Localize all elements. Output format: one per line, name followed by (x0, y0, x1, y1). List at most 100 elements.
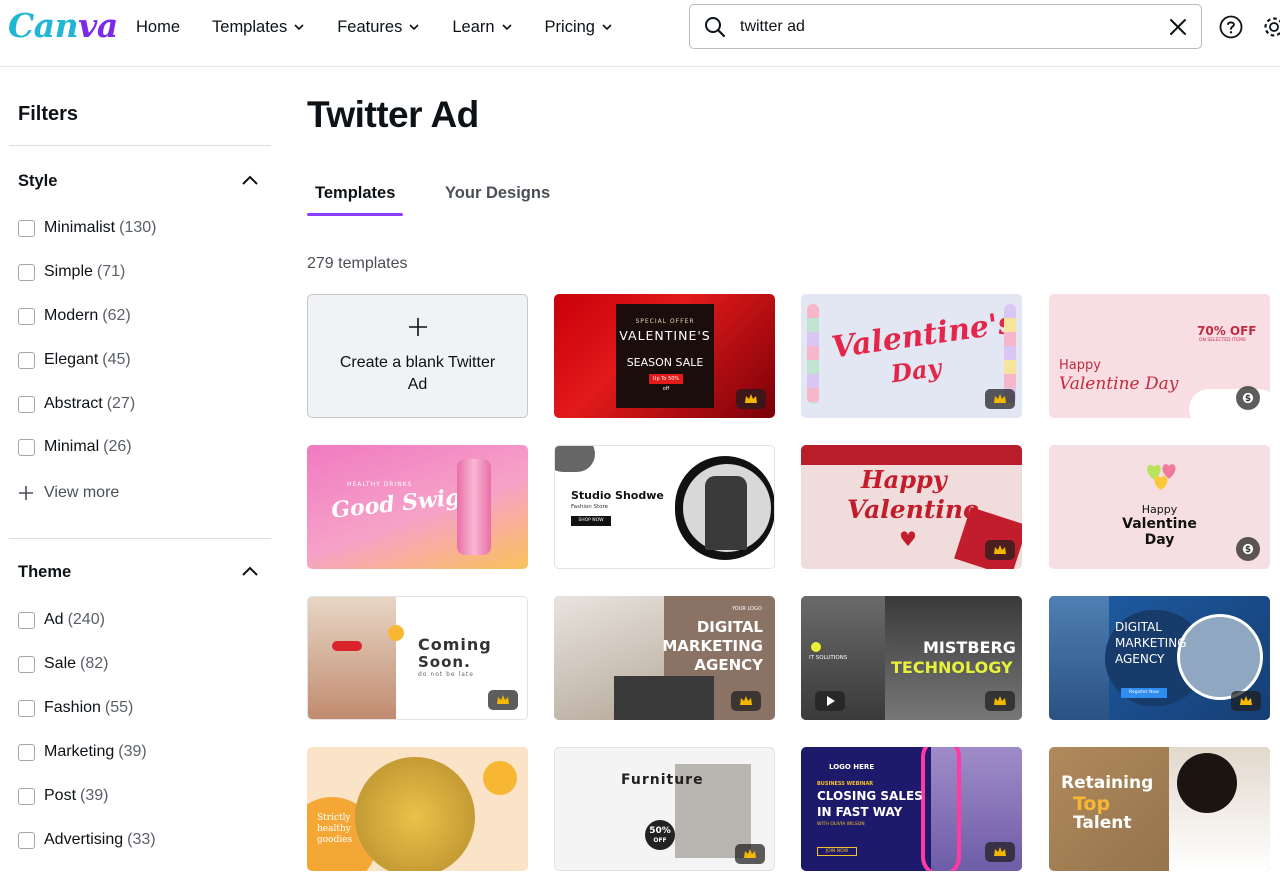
card-text: Happy (1059, 358, 1101, 373)
template-card[interactable]: YOUR LOGO DIGITAL MARKETING AGENCY (554, 596, 775, 720)
create-blank-card[interactable]: Create a blank Twitter Ad (307, 294, 528, 418)
template-card[interactable]: Coming Soon. do not be late (307, 596, 528, 720)
card-text: Strictly (317, 813, 351, 823)
checkbox[interactable] (18, 787, 35, 805)
checkbox[interactable] (18, 395, 35, 413)
main-nav: Home Templates Features Learn Pricing (136, 0, 645, 54)
card-text: Furniture (621, 772, 704, 788)
filter-theme-ad[interactable]: Ad (240) (18, 611, 105, 629)
checkbox[interactable] (18, 263, 35, 281)
gear-icon[interactable] (1262, 15, 1280, 39)
card-text: ON SELECTED ITEMS (1199, 338, 1246, 343)
filter-label: Ad (44, 611, 64, 628)
card-text: DIGITAL (1115, 620, 1162, 634)
filter-count: (62) (102, 307, 131, 324)
filter-style-simple[interactable]: Simple (71) (18, 263, 125, 281)
chevron-down-icon (409, 24, 419, 31)
template-card[interactable]: HEALTHY DRINKS Good Swig (307, 445, 528, 569)
card-text: SPECIAL OFFER (635, 318, 695, 325)
card-text: JOIN NOW (817, 847, 857, 856)
premium-badge (985, 691, 1015, 711)
dollar-icon: $ (1242, 392, 1254, 404)
filter-theme-post[interactable]: Post (39) (18, 787, 108, 805)
checkbox[interactable] (18, 307, 35, 325)
filter-style-modern[interactable]: Modern (62) (18, 307, 131, 325)
style-section-title[interactable]: Style (18, 172, 57, 191)
nav-home[interactable]: Home (136, 18, 180, 37)
nav-features[interactable]: Features (337, 18, 420, 37)
filter-theme-advertising[interactable]: Advertising (33) (18, 831, 156, 849)
shape (801, 445, 1022, 465)
filter-style-minimal[interactable]: Minimal (26) (18, 438, 132, 456)
city-photo (614, 676, 714, 720)
template-card[interactable]: Valentine's Day (801, 294, 1022, 418)
theme-section-title[interactable]: Theme (18, 563, 71, 582)
card-text: Valentine (1122, 516, 1197, 532)
view-more-button[interactable]: View more (18, 484, 119, 502)
card-text: AGENCY (694, 656, 763, 674)
template-card[interactable]: SPECIAL OFFER VALENTINE'S SEASON SALE Up… (554, 294, 775, 418)
filter-style-abstract[interactable]: Abstract (27) (18, 395, 135, 413)
filter-label: Abstract (44, 395, 103, 412)
chevron-up-icon[interactable] (240, 171, 260, 191)
template-card[interactable]: Studio Shodwe Fashion Store SHOP NOW (554, 445, 775, 569)
tab-your-designs[interactable]: Your Designs (445, 184, 550, 203)
template-card[interactable]: Happy Valentine ♥ (801, 445, 1022, 569)
dollar-icon: $ (1242, 543, 1254, 555)
card-text: IT SOLUTIONS (809, 655, 848, 661)
building-photo (1049, 596, 1109, 720)
filter-count: (240) (67, 611, 105, 628)
template-card[interactable]: Strictly healthy goodies (307, 747, 528, 871)
filter-style-minimalist[interactable]: Minimalist (130) (18, 219, 156, 237)
filter-theme-marketing[interactable]: Marketing (39) (18, 743, 147, 761)
card-text: BUSINESS WEBINAR (817, 781, 874, 787)
template-card[interactable]: IT SOLUTIONS MISTBERG TECHNOLOGY (801, 596, 1022, 720)
template-card[interactable]: Furniture 50% OFF (554, 747, 775, 871)
filter-count: (27) (106, 395, 136, 412)
shape (483, 761, 517, 795)
card-text: goodies (317, 835, 353, 845)
checkbox[interactable] (18, 743, 35, 761)
template-card[interactable]: Retaining Top Talent (1049, 747, 1270, 871)
checkbox[interactable] (18, 438, 35, 456)
premium-badge (985, 842, 1015, 862)
filter-label: Elegant (44, 351, 99, 368)
nav-pricing-label: Pricing (544, 17, 595, 36)
nav-templates[interactable]: Templates (212, 18, 305, 37)
template-card[interactable]: Happy Valentine Day $ (1049, 445, 1270, 569)
tab-templates[interactable]: Templates (315, 184, 395, 203)
help-icon[interactable] (1219, 15, 1243, 39)
filter-count: (45) (102, 351, 131, 368)
card-text: Day (889, 352, 944, 389)
template-card[interactable]: DIGITAL MARKETING AGENCY Register Now (1049, 596, 1270, 720)
checkbox[interactable] (18, 655, 35, 673)
premium-badge (736, 389, 766, 409)
filter-label: Post (44, 787, 77, 804)
filter-count: (33) (127, 831, 156, 848)
checkbox[interactable] (18, 351, 35, 369)
search-icon[interactable] (704, 16, 726, 38)
template-card[interactable]: 70% OFF ON SELECTED ITEMS Happy Valentin… (1049, 294, 1270, 418)
close-icon[interactable] (1169, 18, 1187, 36)
template-count: 279 templates (307, 255, 408, 272)
filter-label: Advertising (44, 831, 124, 848)
shape (388, 625, 404, 641)
nav-learn[interactable]: Learn (452, 18, 512, 37)
crown-icon (497, 695, 509, 704)
filter-theme-sale[interactable]: Sale (82) (18, 655, 108, 673)
checkbox[interactable] (18, 831, 35, 849)
card-text: OFF (653, 837, 667, 844)
checkbox[interactable] (18, 611, 35, 629)
filter-theme-fashion[interactable]: Fashion (55) (18, 699, 133, 717)
card-text: MARKETING (662, 637, 763, 655)
canva-logo[interactable]: Canva (8, 6, 118, 45)
checkbox[interactable] (18, 699, 35, 717)
template-card[interactable]: LOGO HERE BUSINESS WEBINAR CLOSING SALES… (801, 747, 1022, 871)
nav-pricing[interactable]: Pricing (545, 18, 613, 37)
filter-style-elegant[interactable]: Elegant (45) (18, 351, 131, 369)
shape (921, 747, 961, 871)
chevron-up-icon[interactable] (240, 562, 260, 582)
search-input[interactable] (740, 17, 1169, 36)
card-text: SEASON SALE (626, 356, 704, 369)
checkbox[interactable] (18, 219, 35, 237)
